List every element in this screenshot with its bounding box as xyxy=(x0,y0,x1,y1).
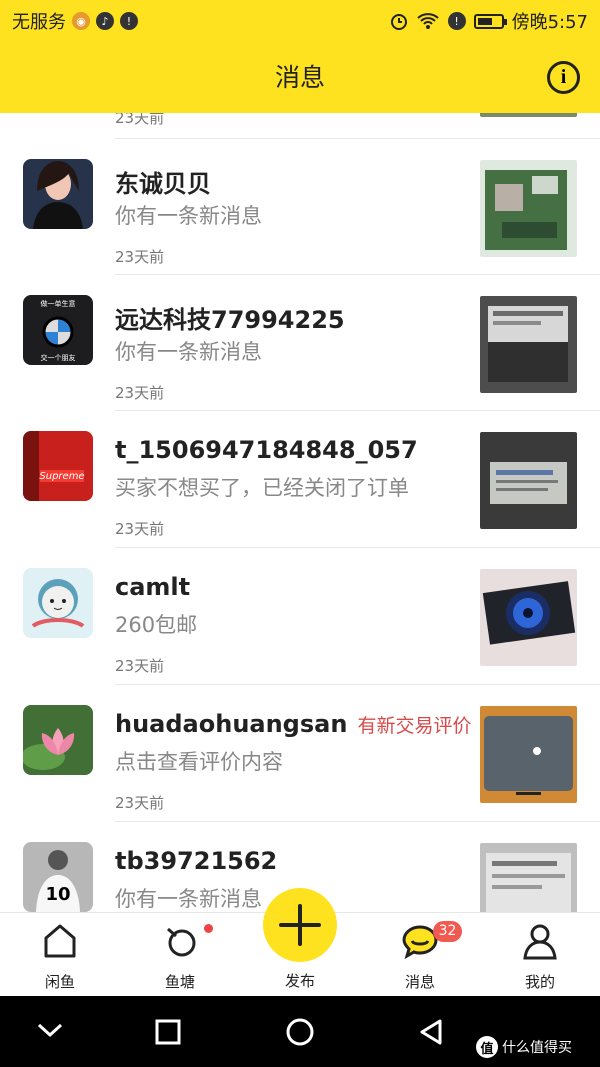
pond-icon xyxy=(167,927,196,957)
cat-avatar xyxy=(23,568,93,638)
message-list[interactable]: 23天前 东诚贝贝 你有一条新消息 23天前 做一单生意交一个朋友 远达科技77… xyxy=(0,113,600,912)
message-preview: 买家不想买了，已经关闭了订单 xyxy=(115,476,409,500)
app-notification-icon: ◉ xyxy=(72,12,90,30)
screen: 无服务 ◉ ♪ ! ! 傍晚5:57 消息 i 23天前 东诚贝贝 你有一条新消… xyxy=(0,0,600,1067)
partial-list-item[interactable]: 23天前 xyxy=(0,113,600,139)
home-circle-icon[interactable] xyxy=(285,1017,315,1047)
wifi-icon xyxy=(416,13,439,29)
conversation-row[interactable]: huadaohuangsan 有新交易评价 点击查看评价内容 23天前 xyxy=(0,684,600,820)
message-time: 23天前 xyxy=(115,520,165,538)
tab-label: 鱼塘 xyxy=(164,973,195,991)
power-supply-photo-icon xyxy=(480,296,577,393)
status-bar: 无服务 ◉ ♪ ! ! 傍晚5:57 xyxy=(0,0,600,42)
sender-name: huadaohuangsan xyxy=(115,710,348,738)
clock: 傍晚5:57 xyxy=(511,12,588,33)
watermark-text: 什么值得买 xyxy=(502,1040,572,1056)
power-supply-photo-icon xyxy=(480,843,577,912)
back-icon[interactable] xyxy=(418,1018,444,1046)
sender-name: 远达科技77994225 xyxy=(115,306,345,334)
review-tag: 有新交易评价 xyxy=(357,715,472,737)
conversation-row[interactable]: 东诚贝贝 你有一条新消息 23天前 xyxy=(0,138,600,274)
router-photo-icon xyxy=(480,706,577,803)
watermark-badge: 值 xyxy=(476,1036,498,1058)
graphics-card-photo-icon xyxy=(480,569,577,666)
collapse-icon[interactable] xyxy=(35,1019,65,1041)
message-time: 23天前 xyxy=(115,384,165,402)
notification-dot xyxy=(204,924,213,933)
plus-icon xyxy=(279,904,321,946)
profile-icon xyxy=(523,924,557,960)
message-preview: 点击查看评价内容 xyxy=(115,750,283,774)
message-count-badge: 32 xyxy=(433,921,462,942)
message-time: 23天前 xyxy=(115,794,165,812)
tab-profile[interactable]: 我的 xyxy=(480,913,600,997)
post-button[interactable] xyxy=(263,888,337,962)
bmw-logo-avatar: 做一单生意交一个朋友 xyxy=(23,295,93,365)
carrier-label: 无服务 xyxy=(12,12,66,33)
sender-name: 东诚贝贝 xyxy=(115,170,211,198)
avatar-bottom-text: 交一个朋友 xyxy=(41,353,76,362)
alarm-icon xyxy=(390,14,407,30)
football-player-avatar: 10 xyxy=(23,842,93,912)
conversation-row[interactable]: camlt 260包邮 23天前 xyxy=(0,547,600,683)
avatar-text: Supreme xyxy=(39,471,84,482)
lotus-avatar xyxy=(23,705,93,775)
message-preview: 260包邮 xyxy=(115,613,198,637)
person-photo-avatar xyxy=(23,159,93,229)
shield-icon: ! xyxy=(120,12,138,30)
battery-icon xyxy=(473,13,507,29)
message-preview: 你有一条新消息 xyxy=(115,340,262,364)
motherboard-photo-icon xyxy=(480,160,577,257)
tab-home[interactable]: 闲鱼 xyxy=(0,913,120,997)
sender-name: tb39721562 xyxy=(115,847,278,875)
top-header: 无服务 ◉ ♪ ! ! 傍晚5:57 消息 i xyxy=(0,0,600,113)
message-time: 23天前 xyxy=(115,657,165,675)
supreme-avatar: Supreme xyxy=(23,431,93,501)
avatar-top-text: 做一单生意 xyxy=(41,299,76,308)
recent-apps-icon[interactable] xyxy=(154,1018,182,1046)
product-photo-icon xyxy=(480,113,577,117)
tab-label: 消息 xyxy=(404,973,435,991)
tiktok-icon: ♪ xyxy=(96,12,114,30)
power-supply-label-photo-icon xyxy=(480,432,577,529)
message-time: 23天前 xyxy=(115,248,165,266)
tab-label: 我的 xyxy=(524,973,555,991)
home-icon xyxy=(44,924,76,958)
sender-name: t_1506947184848_057 xyxy=(115,436,418,464)
tab-messages[interactable]: 消息 xyxy=(360,913,480,997)
avatar-number-text: 10 xyxy=(45,884,70,905)
message-time: 23天前 xyxy=(115,113,165,127)
watermark: 值 什么值得买 xyxy=(476,1036,572,1058)
conversation-row[interactable]: 做一单生意交一个朋友 远达科技77994225 你有一条新消息 23天前 xyxy=(0,274,600,410)
sender-name: camlt xyxy=(115,573,191,601)
conversation-row[interactable]: Supreme t_1506947184848_057 买家不想买了，已经关闭了… xyxy=(0,410,600,546)
page-title: 消息 xyxy=(274,63,325,92)
post-label: 发布 xyxy=(284,972,315,990)
tab-pond[interactable]: 鱼塘 xyxy=(120,913,240,997)
info-icon[interactable]: i xyxy=(547,61,580,94)
message-preview: 你有一条新消息 xyxy=(115,204,262,228)
sim-alert-icon: ! xyxy=(447,12,466,30)
tab-label: 闲鱼 xyxy=(44,973,75,991)
